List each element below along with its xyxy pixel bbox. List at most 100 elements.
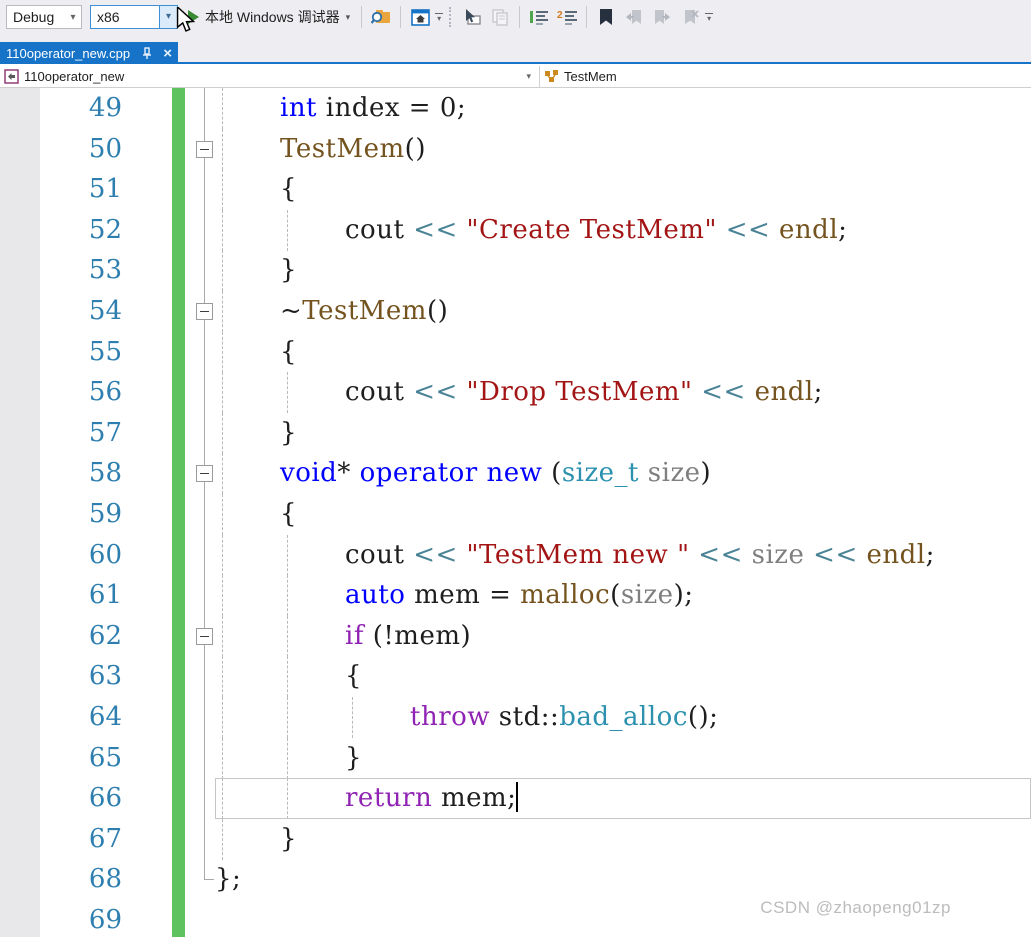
indent-comment-green-icon[interactable] xyxy=(527,5,551,29)
pointer-box-icon[interactable] xyxy=(460,5,484,29)
line-number[interactable]: 63 xyxy=(40,656,122,697)
code-line[interactable]: 68}; xyxy=(0,859,1031,900)
tab-110operator-new[interactable]: 110operator_new.cpp × xyxy=(0,42,178,64)
change-tracking-bar xyxy=(172,859,185,900)
code-line[interactable]: 49int index = 0; xyxy=(0,88,1031,129)
change-tracking-bar xyxy=(172,291,185,332)
cpp-file-icon xyxy=(4,69,19,84)
svg-text:2: 2 xyxy=(557,10,563,21)
line-number[interactable]: 68 xyxy=(40,859,122,900)
line-number[interactable]: 54 xyxy=(40,291,122,332)
code-line[interactable]: 53} xyxy=(0,250,1031,291)
indent-guide xyxy=(222,169,223,210)
code-line[interactable]: 64throw std::bad_alloc(); xyxy=(0,697,1031,738)
indent-guide xyxy=(222,88,223,129)
line-number[interactable]: 50 xyxy=(40,129,122,170)
code-line[interactable]: 63{ xyxy=(0,656,1031,697)
configuration-combobox[interactable]: Debug ▾ xyxy=(6,5,82,29)
change-tracking-bar xyxy=(172,494,185,535)
clear-bookmark-icon xyxy=(678,5,702,29)
member-combobox[interactable]: TestMem xyxy=(540,66,1031,87)
code-line[interactable]: 56cout << "Drop TestMem" << endl; xyxy=(0,372,1031,413)
indent-guide xyxy=(222,413,223,454)
line-number[interactable]: 49 xyxy=(40,88,122,129)
change-tracking-bar xyxy=(172,616,185,657)
chevron-down-icon[interactable]: ▾ xyxy=(705,13,713,22)
start-debugger-button[interactable]: 本地 Windows 调试器 xyxy=(205,7,340,27)
line-number[interactable]: 65 xyxy=(40,738,122,779)
code-line[interactable]: 54~TestMem() xyxy=(0,291,1031,332)
outline-line xyxy=(204,535,205,576)
text-caret xyxy=(516,782,518,812)
line-number[interactable]: 56 xyxy=(40,372,122,413)
indent-guide xyxy=(287,656,288,697)
code-line[interactable]: 59 { xyxy=(0,494,1031,535)
indent-guide xyxy=(222,332,223,373)
code-line[interactable]: 67} xyxy=(0,819,1031,860)
close-icon[interactable]: × xyxy=(163,46,172,61)
line-number[interactable]: 55 xyxy=(40,332,122,373)
code-line[interactable]: 62 if (!mem) xyxy=(0,616,1031,657)
line-number[interactable]: 66 xyxy=(40,778,122,819)
outline-line xyxy=(204,656,205,697)
indent-guide xyxy=(287,372,288,413)
code-line[interactable]: 50TestMem() xyxy=(0,129,1031,170)
indent-guide xyxy=(222,453,223,494)
change-tracking-bar xyxy=(172,372,185,413)
home-window-icon[interactable] xyxy=(408,5,432,29)
line-number[interactable]: 59 xyxy=(40,494,122,535)
line-number[interactable]: 57 xyxy=(40,413,122,454)
bookmark-icon[interactable] xyxy=(594,5,618,29)
outline-line xyxy=(204,332,205,373)
code-line[interactable]: 66return mem; xyxy=(0,778,1031,819)
line-number[interactable]: 52 xyxy=(40,210,122,251)
outline-line xyxy=(204,738,205,779)
line-number[interactable]: 60 xyxy=(40,535,122,576)
class-icon xyxy=(544,69,559,84)
indent-guide xyxy=(287,738,288,779)
line-number[interactable]: 53 xyxy=(40,250,122,291)
indent-guide xyxy=(222,372,223,413)
pin-icon[interactable] xyxy=(141,47,153,60)
indent-guide xyxy=(222,616,223,657)
platform-combobox[interactable]: x86 ▾ xyxy=(90,5,178,29)
collapse-box-icon[interactable] xyxy=(196,465,213,482)
code-line[interactable]: 55{ xyxy=(0,332,1031,373)
indent-guide xyxy=(352,697,353,738)
outline-line xyxy=(204,250,205,291)
chevron-down-icon[interactable]: ▾ xyxy=(435,13,443,22)
code-line[interactable]: 51{ xyxy=(0,169,1031,210)
code-line[interactable]: 60cout << "TestMem new " << size << endl… xyxy=(0,535,1031,576)
line-number[interactable]: 51 xyxy=(40,169,122,210)
code-line[interactable]: 52 cout << "Create TestMem" << endl; xyxy=(0,210,1031,251)
code-editor[interactable]: 49int index = 0;50TestMem()51{52cout << … xyxy=(0,88,1031,937)
code-line[interactable]: 57} xyxy=(0,413,1031,454)
change-tracking-bar xyxy=(172,88,185,129)
indent-guide xyxy=(222,250,223,291)
chevron-down-icon[interactable]: ▾ xyxy=(159,6,177,28)
line-number[interactable]: 69 xyxy=(40,900,122,937)
line-number[interactable]: 58 xyxy=(40,453,122,494)
line-number[interactable]: 61 xyxy=(40,575,122,616)
collapse-box-icon[interactable] xyxy=(196,303,213,320)
collapse-box-icon[interactable] xyxy=(196,141,213,158)
navigation-bar: 110operator_new ▾ TestMem xyxy=(0,66,1031,88)
code-line[interactable]: 65} xyxy=(0,738,1031,779)
collapse-box-icon[interactable] xyxy=(196,628,213,645)
indent-comment-orange-icon[interactable]: 2 xyxy=(555,5,579,29)
find-in-files-icon[interactable] xyxy=(369,5,393,29)
code-line[interactable]: 61auto mem = malloc(size); xyxy=(0,575,1031,616)
line-number[interactable]: 64 xyxy=(40,697,122,738)
code-text: { xyxy=(280,494,297,535)
code-line[interactable]: 58void* operator new (size_t size) xyxy=(0,453,1031,494)
chevron-down-icon[interactable]: ▾ xyxy=(526,71,531,82)
prev-bookmark-icon xyxy=(622,5,646,29)
line-number[interactable]: 62 xyxy=(40,616,122,657)
indent-guide xyxy=(222,210,223,251)
code-text: if (!mem) xyxy=(345,616,471,657)
scope-combobox[interactable]: 110operator_new ▾ xyxy=(0,66,540,87)
chevron-down-icon[interactable]: ▾ xyxy=(346,12,351,23)
indent-guide xyxy=(287,535,288,576)
line-number[interactable]: 67 xyxy=(40,819,122,860)
code-text: cout << "Create TestMem" << endl; xyxy=(345,210,847,251)
